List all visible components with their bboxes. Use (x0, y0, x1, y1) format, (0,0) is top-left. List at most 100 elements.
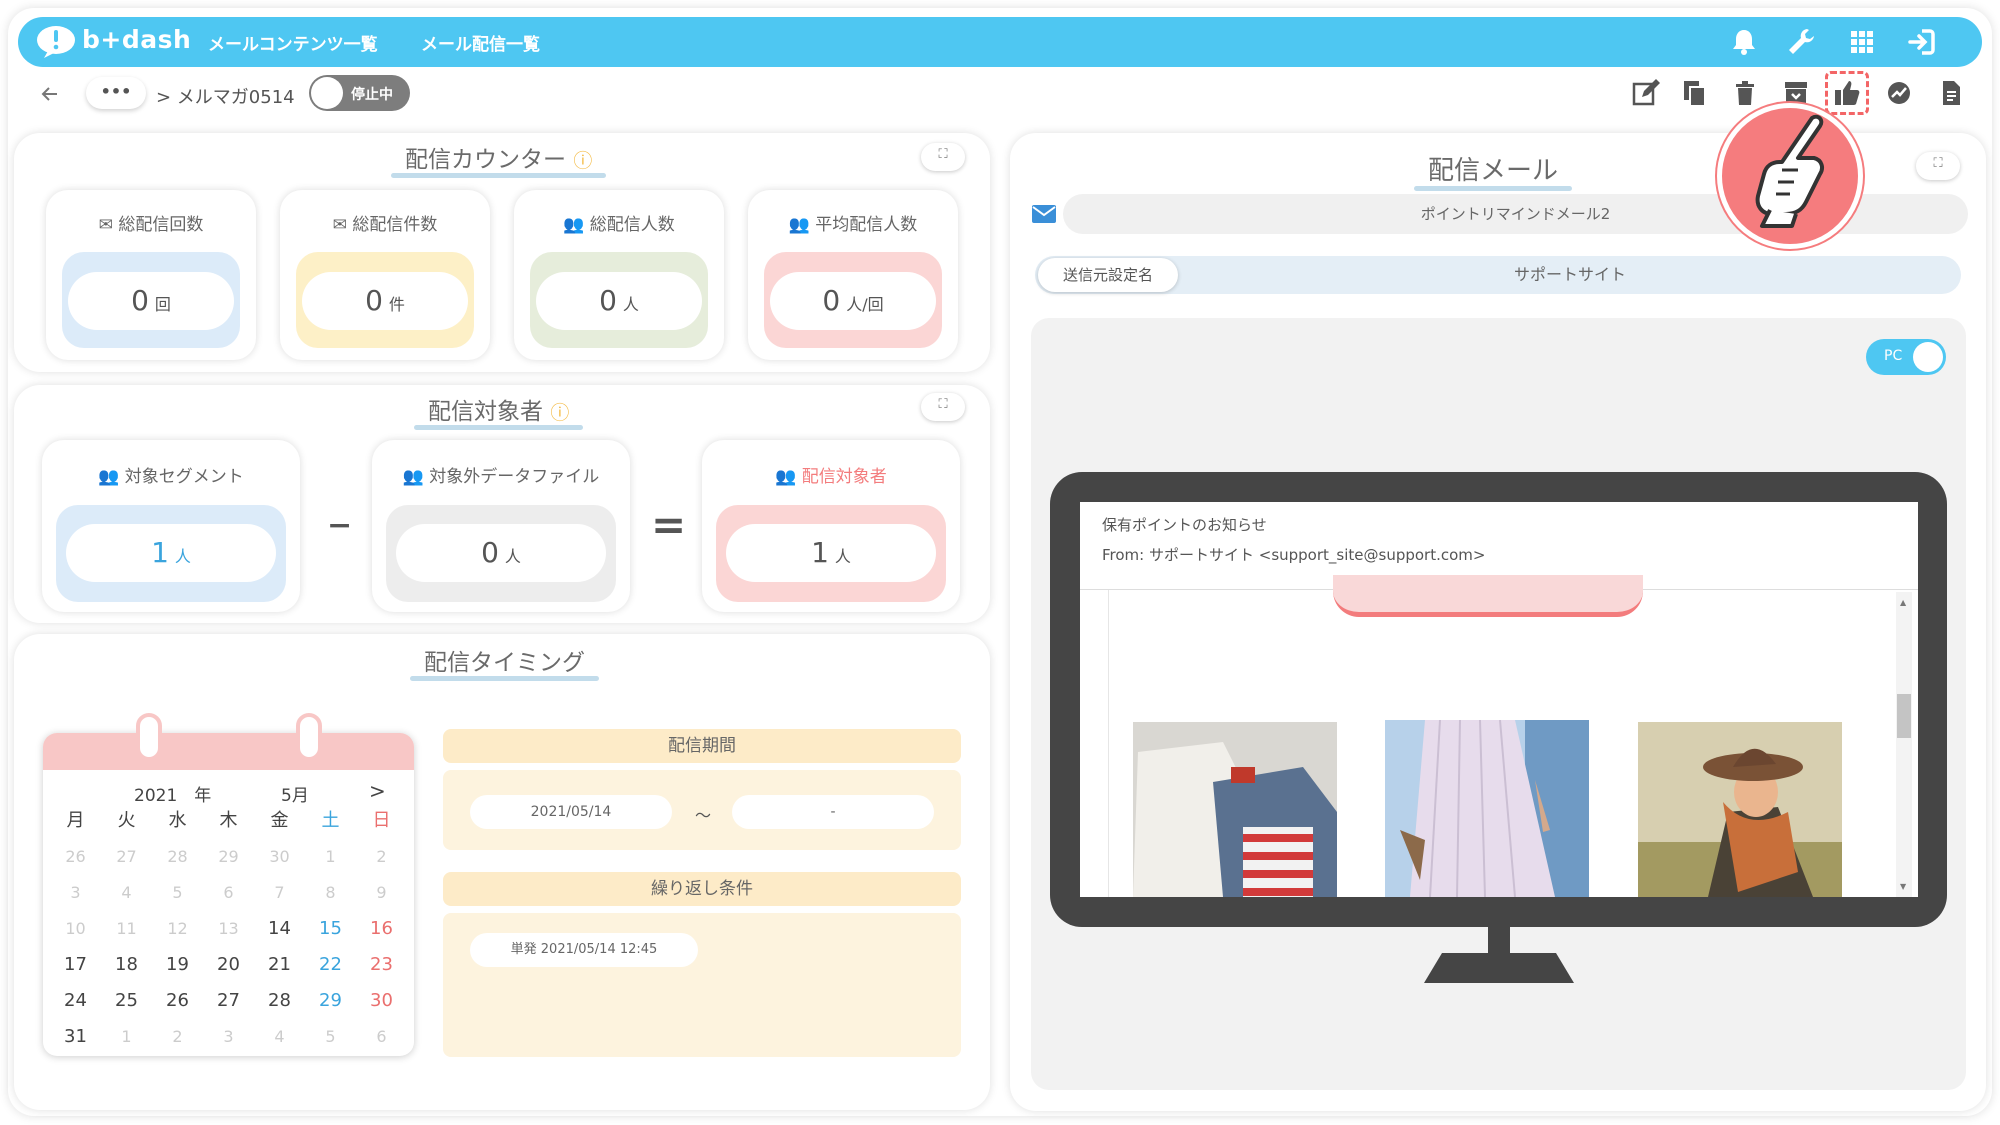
calendar-day[interactable]: 14 (254, 915, 305, 943)
calendar-day[interactable]: 26 (152, 987, 203, 1015)
calendar-day: 6 (223, 883, 234, 902)
calendar-day[interactable]: 27 (203, 987, 254, 1015)
counter-expand-button[interactable] (921, 143, 965, 171)
counter-card-value: 0人 (536, 272, 702, 330)
counter-card-label: ✉ 総配信件数 (332, 215, 438, 235)
logo-icon[interactable] (36, 25, 76, 59)
calendar-day: 4 (121, 883, 132, 902)
preview-body-edge (1108, 590, 1109, 897)
calendar-day: 4 (274, 1027, 285, 1046)
calendar-day[interactable]: 21 (254, 951, 305, 979)
device-toggle[interactable]: PC (1866, 339, 1946, 375)
calendar-day: 3 (70, 883, 81, 902)
calendar-day: 27 (116, 847, 137, 866)
calendar-day[interactable]: 28 (254, 987, 305, 1015)
weekday: 火 (117, 810, 136, 831)
calendar-day[interactable]: 22 (305, 951, 356, 979)
calendar-day: 9 (376, 883, 387, 902)
monitor-neck (1488, 927, 1510, 955)
breadcrumb-more-button[interactable]: ••• (86, 77, 146, 109)
thumbs-up-icon[interactable] (1832, 78, 1862, 108)
nav-mail-deliveries[interactable]: メール配信一覧 (421, 30, 540, 55)
wrench-icon[interactable] (1785, 26, 1817, 58)
calendar-day[interactable]: 29 (305, 987, 356, 1015)
counter-card-value: 0 人/回 (770, 272, 936, 330)
weekday: 水 (168, 810, 187, 831)
scroll-up-icon[interactable]: ▲ (1900, 598, 1906, 607)
weekday: 月 (66, 810, 85, 831)
sender-value: サポートサイト (1513, 265, 1626, 284)
bell-icon[interactable] (1728, 26, 1760, 58)
pointer-hand-icon (1755, 114, 1824, 228)
scroll-thumb[interactable] (1897, 694, 1911, 738)
help-icon[interactable]: ⓘ (573, 150, 592, 172)
calendar-day[interactable]: 31 (50, 1023, 101, 1051)
help-icon[interactable]: ⓘ (550, 402, 569, 424)
trash-icon[interactable] (1730, 78, 1760, 108)
weekday: 日 (372, 810, 391, 831)
calendar-day[interactable]: 18 (101, 951, 152, 979)
calendar-year[interactable]: 2021 年 (134, 781, 211, 806)
calendar-day: 26 (65, 847, 86, 866)
segment-card[interactable]: 👥 対象セグメント 1人 (42, 440, 300, 612)
preview-scrollbar[interactable]: ▲ ▼ (1896, 592, 1912, 897)
counter-card-label: 👥 総配信人数 (563, 215, 675, 235)
calendar-day[interactable]: 17 (50, 951, 101, 979)
copy-icon[interactable] (1680, 78, 1710, 108)
calendar-day[interactable]: 19 (152, 951, 203, 979)
nav-mail-contents[interactable]: メールコンテンツ一覧 (208, 30, 378, 55)
result-value: 1人 (726, 524, 936, 582)
calendar-day[interactable]: 25 (101, 987, 152, 1015)
calendar-day: 29 (218, 847, 239, 866)
product-photo-hat-woman (1638, 722, 1842, 897)
calendar: 2021 年 5月 > 月 火 水 木 金 土 日 26 27 28 29 30… (43, 733, 414, 1056)
sign-in-icon[interactable] (1906, 26, 1938, 58)
calendar-month[interactable]: 5月 (281, 781, 309, 806)
period-label: 配信期間 (443, 729, 961, 763)
excluded-label: 👥 対象外データファイル (402, 467, 600, 487)
mail-expand-button[interactable] (1916, 152, 1960, 180)
calendar-day: 2 (376, 847, 387, 866)
period-start-input[interactable]: 2021/05/14 (470, 795, 672, 829)
edit-icon[interactable] (1630, 78, 1660, 108)
period-separator: ～ (695, 806, 712, 825)
result-card[interactable]: 👥 配信対象者 1人 (702, 440, 960, 612)
excluded-value: 0人 (396, 524, 606, 582)
scroll-down-icon[interactable]: ▼ (1900, 882, 1906, 891)
preview-subject: 保有ポイントのお知らせ (1102, 516, 1267, 534)
calendar-day[interactable]: 15 (305, 915, 356, 943)
calendar-day[interactable]: 23 (356, 951, 407, 979)
counter-card-average: 👥 平均配信人数 0 人/回 (748, 190, 958, 360)
period-end-input[interactable]: - (732, 795, 934, 829)
excluded-card[interactable]: 👥 対象外データファイル 0人 (372, 440, 630, 612)
preview-button (1333, 575, 1643, 617)
counter-card-total-count: ✉ 総配信回数 0回 (46, 190, 256, 360)
calendar-day[interactable]: 24 (50, 987, 101, 1015)
chart-icon[interactable] (1884, 78, 1914, 108)
calendar-day: 10 (65, 919, 86, 938)
calendar-ring (296, 713, 322, 761)
status-toggle[interactable]: 停止中 (309, 75, 410, 111)
calendar-day: 8 (325, 883, 336, 902)
calendar-day[interactable]: 20 (203, 951, 254, 979)
calendar-day: 7 (274, 883, 285, 902)
apps-grid-icon[interactable] (1846, 26, 1878, 58)
calendar-day: 5 (325, 1027, 336, 1046)
brand-name[interactable]: b+dash (82, 25, 191, 54)
calendar-day[interactable]: 30 (356, 987, 407, 1015)
calendar-day: 5 (172, 883, 183, 902)
document-icon[interactable] (1936, 78, 1966, 108)
mail-title: 配信メール (1413, 150, 1573, 191)
calendar-day: 1 (121, 1027, 132, 1046)
repeat-label: 繰り返し条件 (443, 872, 961, 906)
target-expand-button[interactable] (921, 393, 965, 421)
monitor-stand (1424, 953, 1574, 983)
sender-label: 送信元設定名 (1038, 258, 1178, 292)
calendar-day[interactable]: 16 (356, 915, 407, 943)
product-photo-clothes (1133, 722, 1337, 897)
counter-card-label: 👥 平均配信人数 (788, 215, 918, 235)
calendar-next-button[interactable]: > (369, 779, 386, 803)
calendar-day: 12 (167, 919, 188, 938)
arrow-left-icon[interactable] (39, 83, 61, 105)
preview-from: From: サポートサイト <support_site@support.com> (1102, 546, 1486, 564)
